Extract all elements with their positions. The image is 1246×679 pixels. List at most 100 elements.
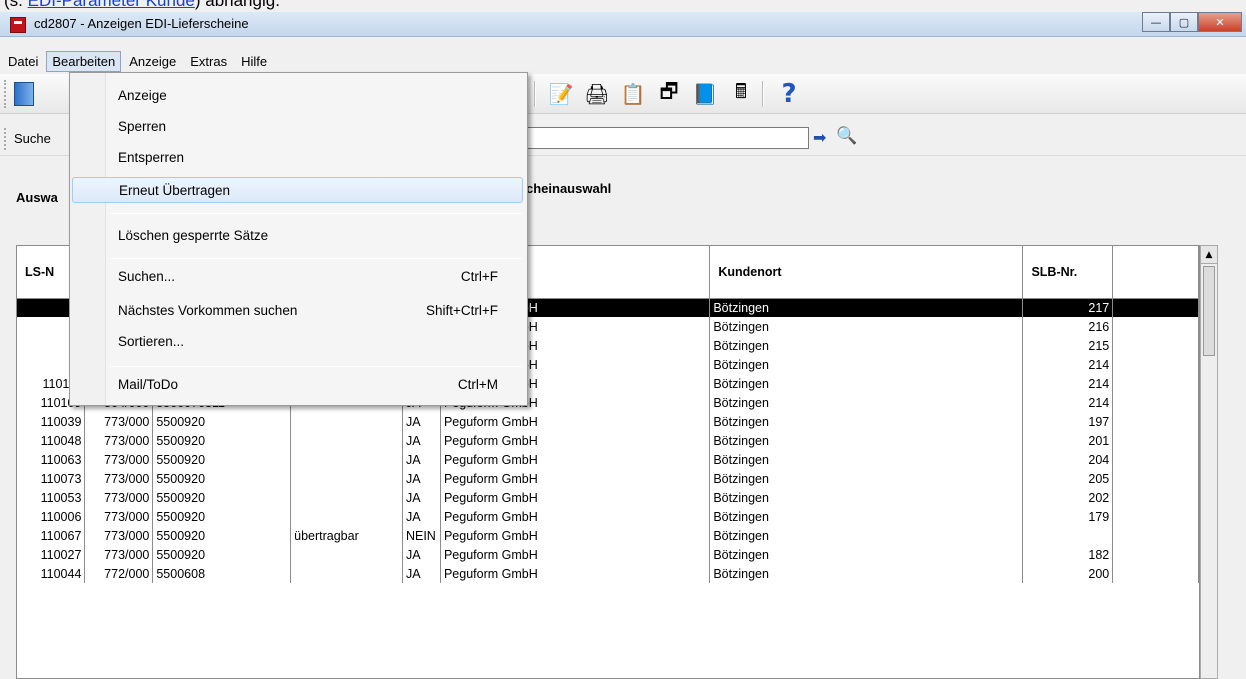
table-cell: Bötzingen xyxy=(709,374,1024,393)
scroll-thumb[interactable] xyxy=(1203,266,1215,356)
table-cell: JA xyxy=(402,469,441,488)
table-cell: Bötzingen xyxy=(709,507,1024,526)
exit-door-icon[interactable] xyxy=(14,82,34,106)
table-cell: 217 xyxy=(1022,298,1114,317)
minimize-icon: — xyxy=(1150,15,1162,29)
table-cell: 200 xyxy=(1022,564,1114,583)
magnifier-icon[interactable]: 🔍 xyxy=(836,126,857,146)
table-cell: 216 xyxy=(1022,317,1114,336)
table-cell: 5500920 xyxy=(152,545,292,564)
vertical-scrollbar[interactable]: ▲ xyxy=(1200,245,1218,679)
table-cell: Bötzingen xyxy=(709,336,1024,355)
menu-item-loeschen-gesperrte[interactable]: Löschen gesperrte Sätze xyxy=(72,223,523,249)
menu-item-sortieren[interactable]: Sortieren... xyxy=(72,329,523,355)
title-bar: cd2807 - Anzeigen EDI-Lieferscheine — ▢ … xyxy=(0,12,1246,37)
menu-item-suchen[interactable]: Suchen... Ctrl+F xyxy=(72,264,523,290)
table-row[interactable]: 110027 773/000 5500920 JA Peguform GmbH Bötzi… xyxy=(17,545,1199,564)
col-9[interactable] xyxy=(1112,246,1199,299)
table-cell: Peguform GmbH xyxy=(440,431,711,450)
table-cell: 197 xyxy=(1022,412,1114,431)
table-cell: Bötzingen xyxy=(709,431,1024,450)
table-cell xyxy=(290,488,403,507)
table-cell: Bötzingen xyxy=(709,564,1024,583)
edit-properties-icon[interactable]: 📝 xyxy=(546,80,576,108)
menu-anzeige[interactable]: Anzeige xyxy=(123,51,182,72)
selection-heading: cheinauswahl xyxy=(526,181,612,196)
table-cell: Peguform GmbH xyxy=(440,526,711,545)
export-list-icon[interactable]: 📋 xyxy=(618,80,648,108)
book-icon[interactable]: 📘 xyxy=(690,80,720,108)
section-heading: Auswa xyxy=(16,190,58,205)
menu-item-naechstes-vorkommen[interactable]: Nächstes Vorkommen suchen Shift+Ctrl+F xyxy=(72,298,523,324)
table-cell: 5500920 xyxy=(152,526,292,545)
close-button[interactable]: ✕ xyxy=(1198,12,1242,32)
search-input[interactable] xyxy=(505,127,809,149)
table-row[interactable]: 110067 773/000 5500920 übertragbar NEIN Peguf… xyxy=(17,526,1199,545)
snippet-suffix: ) abhängig. xyxy=(194,0,280,10)
arrow-right-icon[interactable]: ➡ xyxy=(813,128,826,147)
menu-item-entsperren[interactable]: Entsperren xyxy=(72,145,523,171)
app-icon xyxy=(10,17,26,33)
menu-item-anzeige[interactable]: Anzeige xyxy=(72,83,523,109)
table-cell: 110048 xyxy=(17,431,86,450)
table-cell: Peguform GmbH xyxy=(440,488,711,507)
windows-icon[interactable]: 🗗 xyxy=(654,79,684,108)
table-cell: 182 xyxy=(1022,545,1114,564)
searchbar-grip[interactable] xyxy=(4,128,8,150)
table-cell: Peguform GmbH xyxy=(440,469,711,488)
help-icon[interactable]: ? xyxy=(774,79,804,109)
table-cell: NEIN xyxy=(402,526,441,545)
edi-parameter-link[interactable]: EDI-Parameter Kunde xyxy=(28,0,195,10)
calculator-icon[interactable]: 🖩 xyxy=(726,79,756,108)
col-slb-nr[interactable]: SLB-Nr. xyxy=(1022,246,1114,299)
table-cell: 110027 xyxy=(17,545,86,564)
table-cell xyxy=(1112,469,1199,488)
table-cell xyxy=(1112,450,1199,469)
table-cell: Bötzingen xyxy=(709,469,1024,488)
table-cell: JA xyxy=(402,564,441,583)
table-cell: JA xyxy=(402,412,441,431)
table-cell: 5500920 xyxy=(152,507,292,526)
menu-item-erneut-uebertragen[interactable]: Erneut Übertragen xyxy=(72,177,523,203)
table-row[interactable]: 110048 773/000 5500920 JA Peguform GmbH Bötzi… xyxy=(17,431,1199,450)
menu-bearbeiten[interactable]: Bearbeiten xyxy=(46,51,122,72)
table-row[interactable]: 110053 773/000 5500920 JA Peguform GmbH Bötzi… xyxy=(17,488,1199,507)
toolbar-grip[interactable] xyxy=(4,80,8,108)
table-cell: 773/000 xyxy=(84,488,154,507)
table-cell: JA xyxy=(402,507,441,526)
table-cell xyxy=(1112,317,1199,336)
printer-icon[interactable]: 🖨 xyxy=(582,80,612,108)
application-window: (s. EDI-Parameter Kunde) abhängig. cd280… xyxy=(0,0,1246,679)
menu-item-sperren[interactable]: Sperren xyxy=(72,114,523,140)
table-cell: 215 xyxy=(1022,336,1114,355)
table-cell xyxy=(1112,412,1199,431)
search-label: Suche xyxy=(14,131,51,146)
menu-extras[interactable]: Extras xyxy=(184,51,233,72)
table-cell: Bötzingen xyxy=(709,355,1024,374)
window-title: cd2807 - Anzeigen EDI-Lieferscheine xyxy=(34,16,249,31)
menu-item-mail-todo[interactable]: Mail/ToDo Ctrl+M xyxy=(72,372,523,398)
minimize-button[interactable]: — xyxy=(1142,12,1170,32)
table-cell xyxy=(1112,488,1199,507)
menu-datei[interactable]: Datei xyxy=(2,51,44,72)
close-icon: ✕ xyxy=(1215,15,1225,29)
maximize-button[interactable]: ▢ xyxy=(1170,12,1198,32)
table-row[interactable]: 110063 773/000 5500920 JA Peguform GmbH Bötzi… xyxy=(17,450,1199,469)
table-row[interactable]: 110039 773/000 5500920 JA Peguform GmbH Bötzi… xyxy=(17,412,1199,431)
table-cell xyxy=(1112,298,1199,317)
table-row[interactable]: 110044 772/000 5500608 JA Peguform GmbH Bötzi… xyxy=(17,564,1199,583)
table-row[interactable]: 110006 773/000 5500920 JA Peguform GmbH Bötzi… xyxy=(17,507,1199,526)
table-row[interactable]: 110073 773/000 5500920 JA Peguform GmbH Bötzi… xyxy=(17,469,1199,488)
menu-hilfe[interactable]: Hilfe xyxy=(235,51,273,72)
menu-item-shortcut: Shift+Ctrl+F xyxy=(425,303,498,318)
col-kundenort[interactable]: Kundenort xyxy=(709,246,1024,299)
scroll-up-arrow-icon[interactable]: ▲ xyxy=(1201,246,1217,264)
toolbar-separator xyxy=(534,81,536,107)
table-cell: Peguform GmbH xyxy=(440,564,711,583)
table-cell xyxy=(1112,545,1199,564)
table-cell: Bötzingen xyxy=(709,526,1024,545)
table-cell: JA xyxy=(402,431,441,450)
menu-item-label: Entsperren xyxy=(118,150,185,165)
table-cell: 110067 xyxy=(17,526,86,545)
menu-item-label: Sortieren... xyxy=(118,334,185,349)
